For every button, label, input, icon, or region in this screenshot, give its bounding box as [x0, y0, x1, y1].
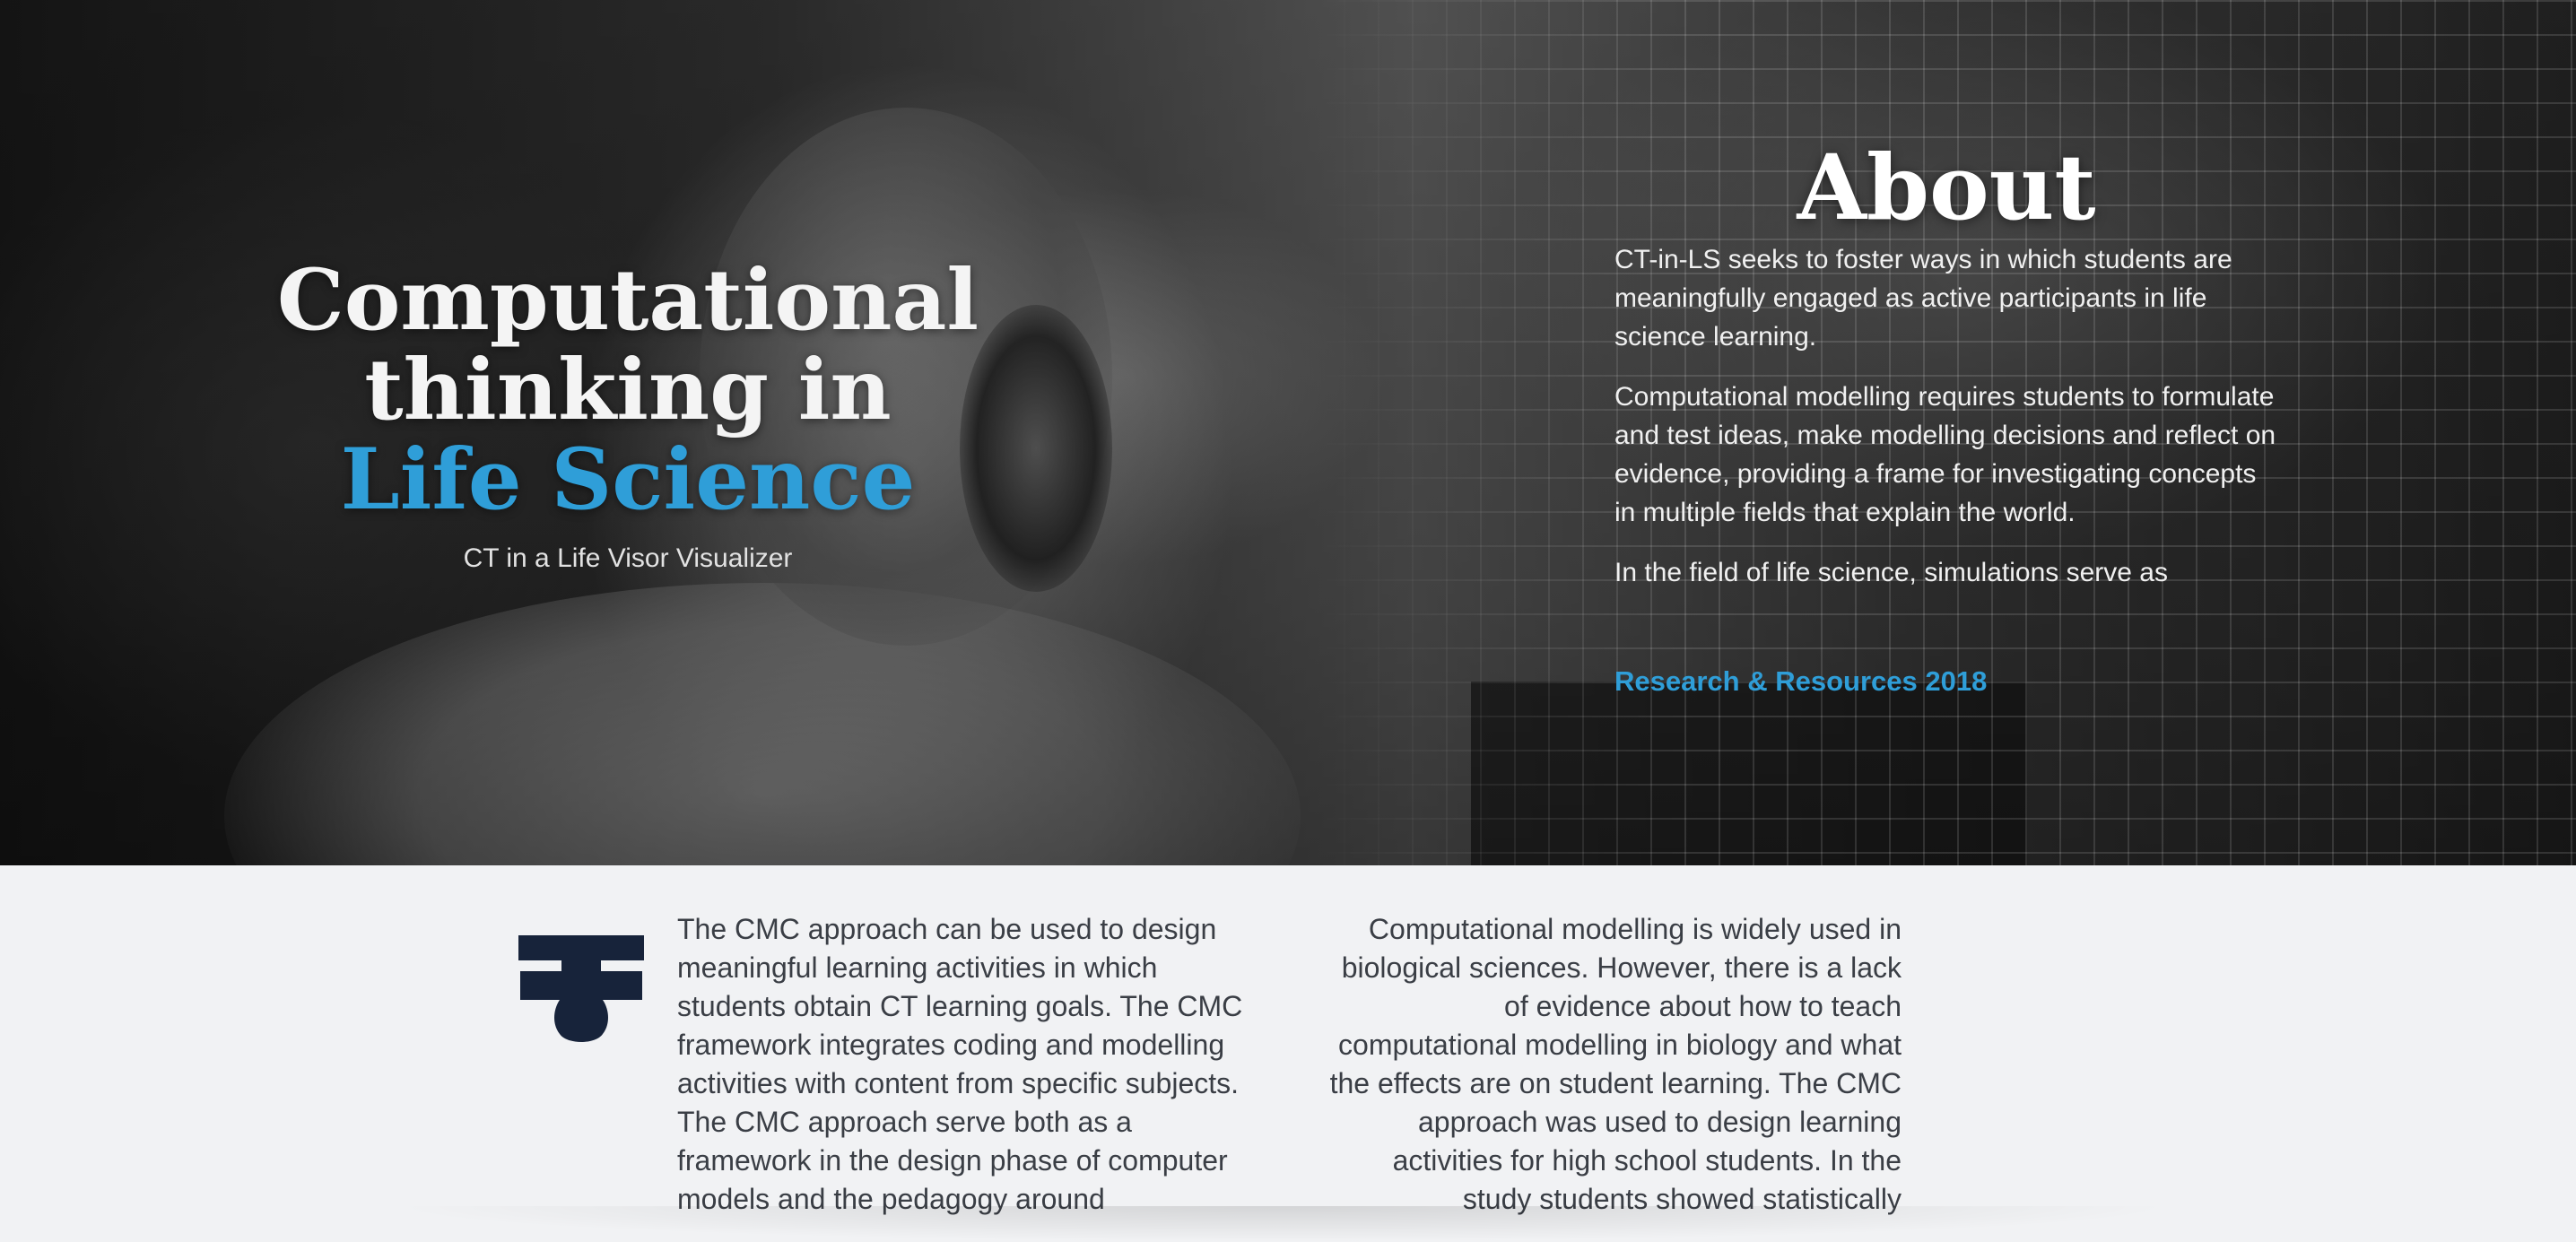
- about-paragraph-2: Computational modelling requires student…: [1614, 382, 2276, 527]
- about-paragraph-3: In the field of life science, simulation…: [1614, 558, 2168, 587]
- computational-modelling-text: Computational modelling is widely used i…: [1329, 913, 1902, 1215]
- hero-section: Computational thinking in Life Science C…: [0, 0, 2576, 865]
- about-heading: About: [1797, 135, 2096, 240]
- hero-title-line-2: thinking in: [364, 341, 892, 439]
- puzzle-piece-icon: [509, 928, 653, 1063]
- hero-title-line-3: Life Science: [340, 430, 916, 529]
- about-paragraph-1: CT-in-LS seeks to foster ways in which s…: [1614, 245, 2232, 352]
- hero-title-line-1: Computational: [276, 251, 979, 350]
- hero-title: Computational thinking in Life Science: [269, 256, 987, 525]
- about-body: CT-in-LS seeks to foster ways in which s…: [1614, 240, 2278, 613]
- about-research-link[interactable]: Research & Resources 2018: [1614, 665, 1987, 698]
- content-section: The CMC approach can be used to design m…: [0, 865, 2576, 1242]
- card-shadow: [386, 1206, 2180, 1242]
- cmc-approach-text: The CMC approach can be used to design m…: [677, 913, 1243, 1215]
- hero-subtitle: CT in a Life Visor Visualizer: [463, 543, 793, 573]
